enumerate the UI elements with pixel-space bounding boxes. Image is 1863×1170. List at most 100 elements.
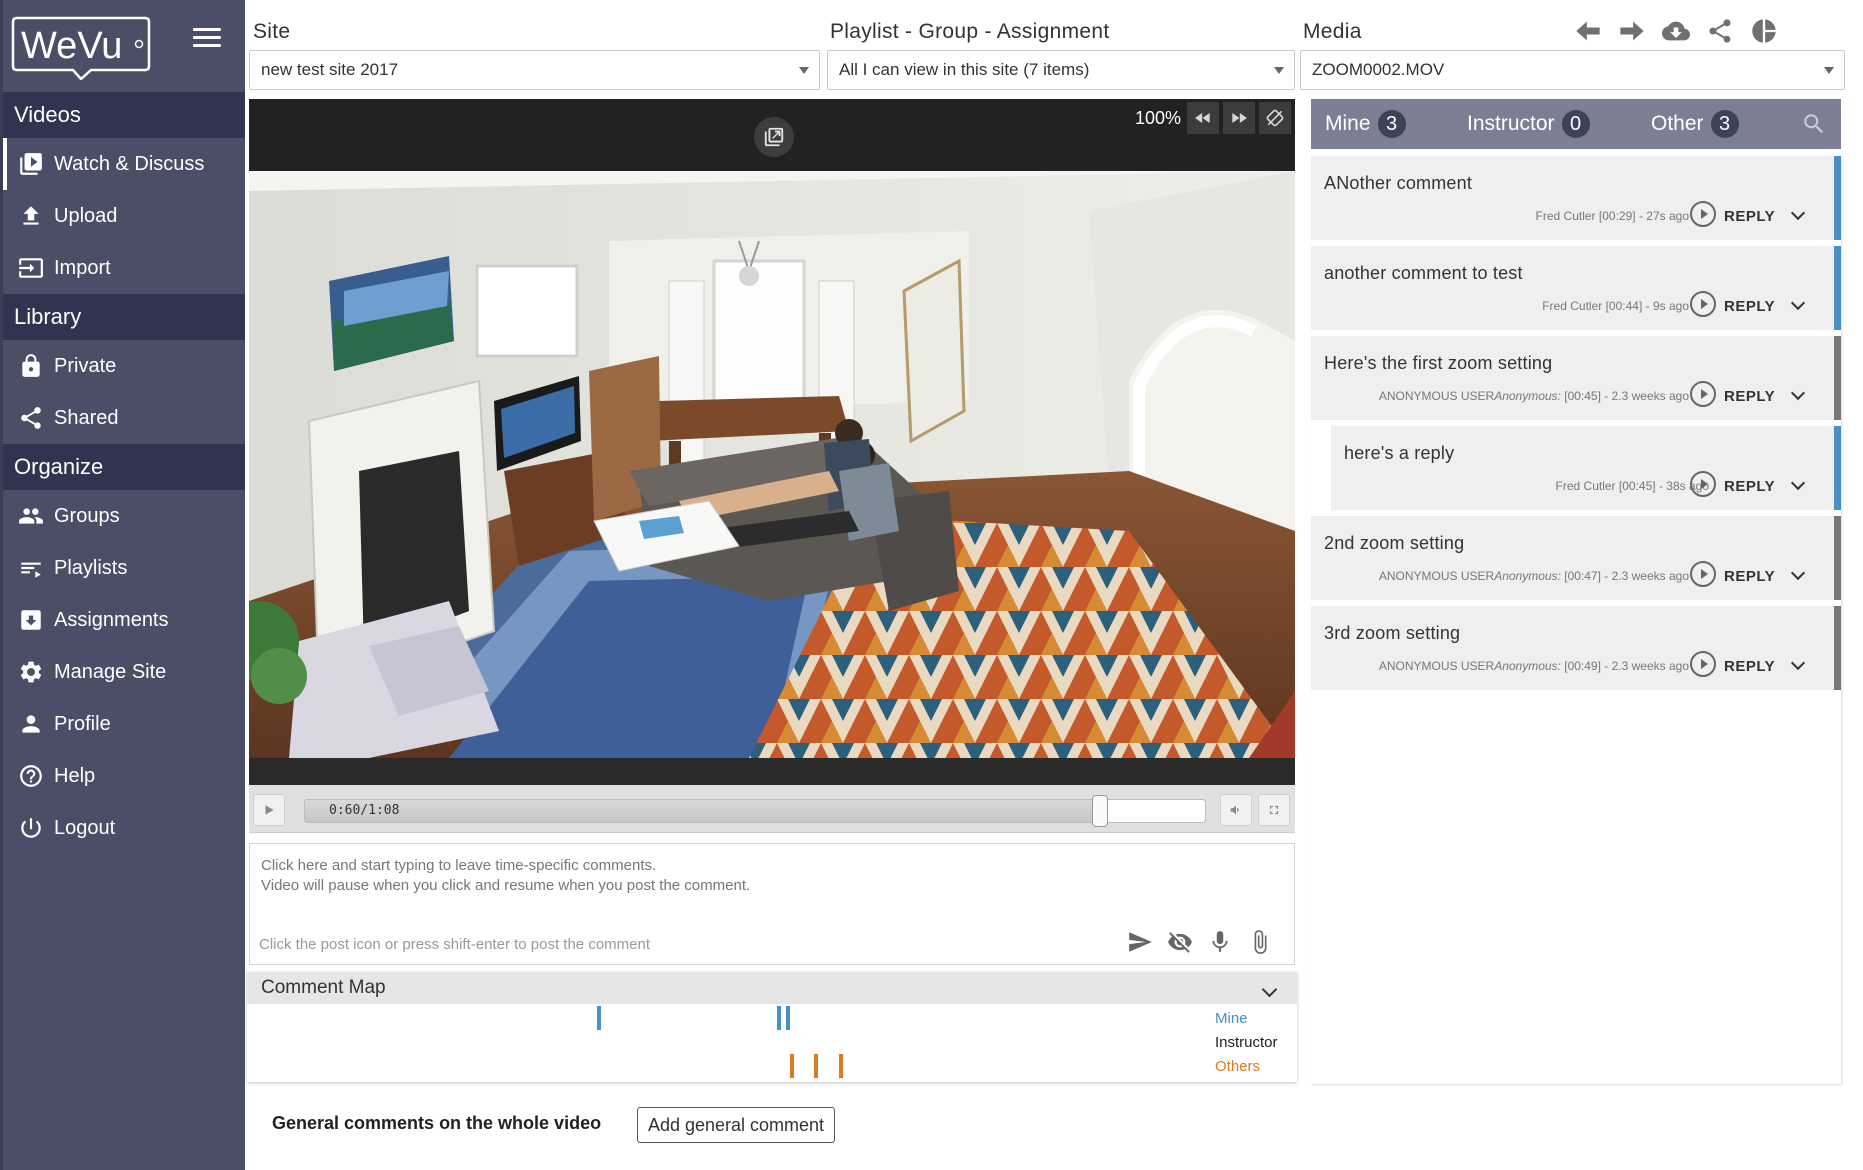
comment-item[interactable]: another comment to test Fred Cutler [00:… — [1311, 246, 1841, 330]
playlist-icon — [17, 554, 45, 582]
comment-item[interactable]: Here's the first zoom setting ANONYMOUS … — [1311, 336, 1841, 420]
sidebar-item-private[interactable]: Private — [3, 340, 245, 392]
reply-button[interactable]: REPLY — [1724, 298, 1775, 315]
seek-handle[interactable] — [1091, 795, 1108, 827]
seek-bar[interactable]: 0:60/1:08 — [304, 795, 1206, 827]
comment-input[interactable]: Click here and start typing to leave tim… — [249, 843, 1295, 965]
comment-time[interactable]: [00:29] — [1599, 209, 1636, 223]
comment-marker-mine[interactable] — [777, 1006, 781, 1030]
sidebar-item-label: Logout — [54, 816, 116, 839]
share-button[interactable] — [1705, 16, 1735, 46]
comment-item[interactable]: 3rd zoom setting ANONYMOUS USERAnonymous… — [1311, 606, 1841, 690]
sidebar-item-playlists[interactable]: Playlists — [3, 542, 245, 594]
chevron-down-icon[interactable] — [1790, 655, 1806, 671]
playlist-select[interactable]: All I can view in this site (7 items) — [827, 50, 1295, 90]
video-frame[interactable] — [249, 171, 1295, 758]
sidebar-item-shared[interactable]: Shared — [3, 392, 245, 444]
post-hint: Click the post icon or press shift-enter… — [259, 936, 651, 953]
comment-item[interactable]: ANother comment Fred Cutler [00:29] - 27… — [1311, 156, 1841, 240]
play-comment-button[interactable] — [1690, 471, 1716, 497]
sidebar-item-profile[interactable]: Profile — [3, 698, 245, 750]
chevron-down-icon[interactable] — [1790, 205, 1806, 221]
comment-text: 2nd zoom setting — [1324, 533, 1465, 553]
comment-map-header[interactable]: Comment Map — [247, 972, 1297, 1004]
volume-button[interactable] — [1220, 794, 1252, 826]
wevu-logo[interactable]: WeVu — [11, 14, 151, 80]
media-select[interactable]: ZOOM0002.MOV — [1300, 50, 1845, 90]
comment-marker-others[interactable] — [790, 1054, 794, 1078]
reply-button[interactable]: REPLY — [1724, 388, 1775, 405]
sidebar-item-manage-site[interactable]: Manage Site — [3, 646, 245, 698]
comment-author: ANONYMOUS USER — [1378, 659, 1495, 673]
seek-remaining — [1099, 800, 1205, 822]
comment-time[interactable]: [00:49] — [1564, 659, 1601, 673]
comment-reply-item[interactable]: here's a reply Fred Cutler [00:45] - 38s… — [1331, 426, 1841, 510]
sidebar-item-logout[interactable]: Logout — [3, 802, 245, 854]
comment-time[interactable]: [00:44] — [1606, 299, 1643, 313]
tab-other[interactable]: Other 3 — [1651, 110, 1739, 138]
sidebar-item-watch-discuss[interactable]: Watch & Discuss — [3, 138, 245, 190]
post-button[interactable] — [1126, 926, 1154, 958]
comment-marker-others[interactable] — [839, 1054, 843, 1078]
general-comments-label: General comments on the whole video — [272, 1113, 602, 1133]
stats-button[interactable] — [1749, 16, 1779, 46]
logo-text: WeVu — [21, 25, 122, 67]
chevron-down-icon[interactable] — [1790, 385, 1806, 401]
fast-forward-button[interactable] — [1223, 102, 1255, 134]
play-comment-button[interactable] — [1690, 201, 1716, 227]
play-button[interactable] — [253, 794, 285, 826]
groups-icon — [17, 502, 45, 530]
chevron-down-icon[interactable] — [1790, 295, 1806, 311]
play-comment-button[interactable] — [1690, 651, 1716, 677]
sidebar-item-upload[interactable]: Upload — [3, 190, 245, 242]
sidebar-item-assignments[interactable]: Assignments — [3, 594, 245, 646]
add-general-comment-button[interactable]: Add general comment — [637, 1107, 835, 1143]
play-comment-button[interactable] — [1690, 381, 1716, 407]
rewind-button[interactable] — [1187, 102, 1219, 134]
reply-button[interactable]: REPLY — [1724, 658, 1775, 675]
comment-item[interactable]: 2nd zoom setting ANONYMOUS USERAnonymous… — [1311, 516, 1841, 600]
sidebar-item-label: Manage Site — [54, 660, 167, 683]
paperclip-icon — [1254, 930, 1267, 954]
sidebar-item-import[interactable]: Import — [3, 242, 245, 294]
comment-time[interactable]: [00:45] — [1619, 479, 1656, 493]
chevron-down-icon[interactable] — [1790, 475, 1806, 491]
search-icon[interactable] — [1801, 111, 1827, 137]
site-select[interactable]: new test site 2017 — [249, 50, 820, 90]
tab-mine[interactable]: Mine 3 — [1325, 110, 1406, 138]
attach-button[interactable] — [1246, 926, 1274, 958]
logo-area: WeVu — [3, 0, 245, 92]
play-comment-button[interactable] — [1690, 291, 1716, 317]
send-icon — [1129, 932, 1152, 952]
comment-marker-mine[interactable] — [597, 1006, 601, 1030]
private-toggle-button[interactable] — [1166, 926, 1194, 958]
rotate-button[interactable] — [1259, 102, 1291, 134]
fullscreen-button[interactable] — [1258, 794, 1290, 826]
share-icon — [1709, 19, 1731, 43]
comment-marker-others[interactable] — [814, 1054, 818, 1078]
previous-video-button[interactable] — [1573, 16, 1603, 46]
popout-button[interactable] — [754, 117, 794, 157]
rewind-icon — [1195, 113, 1210, 123]
reply-button[interactable]: REPLY — [1724, 568, 1775, 585]
comment-marker-mine[interactable] — [786, 1006, 790, 1030]
comment-time[interactable]: [00:47] — [1564, 569, 1601, 583]
comment-meta: Fred Cutler [00:29] - 27s ago — [1536, 209, 1689, 223]
play-comment-button[interactable] — [1690, 561, 1716, 587]
menu-toggle-button[interactable] — [193, 28, 221, 50]
sidebar-item-groups[interactable]: Groups — [3, 490, 245, 542]
voice-comment-button[interactable] — [1206, 926, 1234, 958]
comment-text: Here's the first zoom setting — [1324, 353, 1553, 373]
comment-placeholder-line-1: Click here and start typing to leave tim… — [261, 857, 657, 874]
download-button[interactable] — [1661, 16, 1691, 46]
reply-button[interactable]: REPLY — [1724, 208, 1775, 225]
chevron-down-icon[interactable] — [1261, 981, 1278, 998]
chevron-down-icon[interactable] — [1790, 565, 1806, 581]
comment-time[interactable]: [00:45] — [1564, 389, 1601, 403]
next-video-button[interactable] — [1617, 16, 1647, 46]
comment-placeholder[interactable]: Click here and start typing to leave tim… — [261, 856, 750, 896]
reply-button[interactable]: REPLY — [1724, 478, 1775, 495]
tab-instructor[interactable]: Instructor 0 — [1467, 110, 1590, 138]
player-controls: 0:60/1:08 — [249, 785, 1295, 833]
sidebar-item-help[interactable]: Help — [3, 750, 245, 802]
